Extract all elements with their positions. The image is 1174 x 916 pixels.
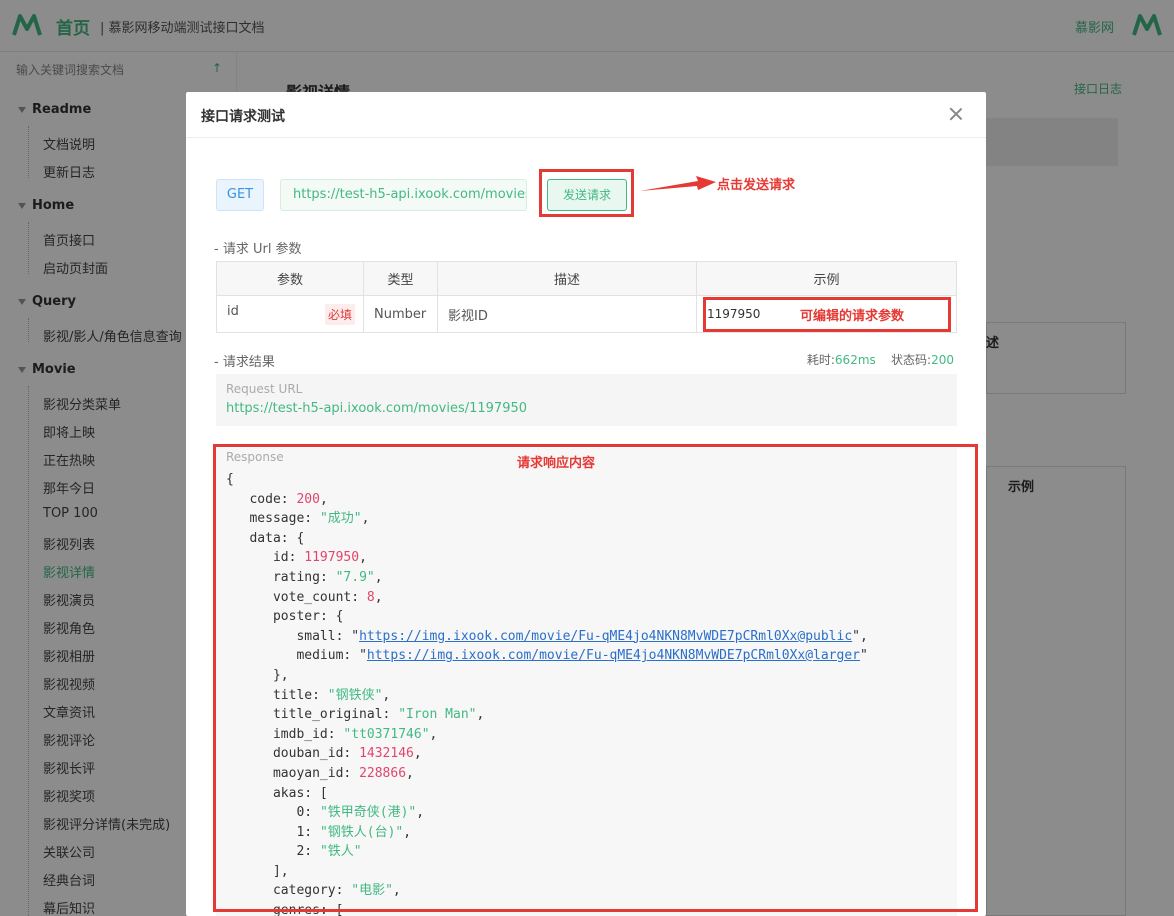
param-desc: 影视ID (437, 295, 697, 333)
request-url-box: Request URL https://test-h5-api.ixook.co… (216, 374, 957, 426)
result-stats: 耗时:662ms 状态码:200 (807, 351, 954, 368)
column-header: 参数 (216, 261, 364, 296)
response-highlight-box (213, 444, 978, 912)
send-annotation: 点击发送请求 (717, 178, 796, 193)
time-label: 耗时: (806, 353, 835, 367)
column-header: 描述 (437, 261, 697, 296)
request-url-label: Request URL (226, 382, 303, 396)
time-value: 662ms (834, 353, 876, 367)
editable-annotation: 可编辑的请求参数 (800, 309, 905, 324)
arrow-icon (640, 176, 716, 191)
param-name: id (227, 303, 239, 319)
column-header: 示例 (696, 261, 957, 296)
send-highlight-box (539, 169, 634, 217)
request-url-value: https://test-h5-api.ixook.com/movies/119… (226, 401, 528, 416)
required-badge: 必填 (324, 303, 355, 325)
http-method-badge: GET (216, 179, 264, 211)
result-section-label: - 请求结果 (214, 355, 275, 370)
column-header: 类型 (363, 261, 438, 296)
params-section-label: - 请求 Url 参数 (214, 242, 302, 257)
param-name-cell: id 必填 (216, 295, 364, 333)
modal-header: 接口请求测试 (186, 92, 986, 138)
param-type: Number (363, 295, 438, 333)
status-label: 状态码: (891, 353, 932, 367)
url-input[interactable]: https://test-h5-api.ixook.com/movies/:id (280, 179, 527, 211)
status-value: 200 (931, 353, 954, 367)
response-annotation: 请求响应内容 (517, 456, 596, 471)
close-icon[interactable] (948, 106, 964, 122)
modal-title: 接口请求测试 (201, 109, 285, 125)
